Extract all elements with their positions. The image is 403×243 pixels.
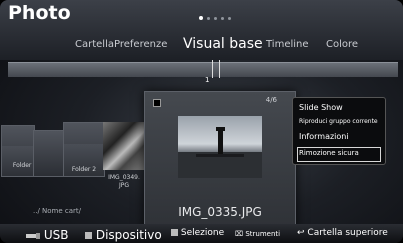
header-bar: Photo Cartella Preferenze Visual base Ti… — [0, 0, 403, 60]
select-label: Selezione — [180, 228, 225, 238]
item-counter: 4/6 — [265, 96, 277, 104]
popup-item-slide-show[interactable]: Slide Show — [299, 103, 343, 112]
popup-item-information[interactable]: Informazioni — [299, 132, 349, 141]
parent-folder-label: Cartella superiore — [307, 228, 388, 238]
tools-label: Strumenti — [245, 230, 281, 238]
popup-item-safe-remove[interactable]: Rimozione sicura — [299, 149, 359, 157]
thumbnail-img-0349[interactable] — [103, 122, 147, 170]
menu-item-cartella[interactable]: Cartella — [75, 39, 114, 50]
device-button[interactable]: Dispositivo — [85, 228, 162, 242]
photo-browser-screen: Photo Cartella Preferenze Visual base Ti… — [0, 0, 403, 243]
menu-item-visual-base[interactable]: Visual base — [183, 36, 263, 52]
tools-button[interactable]: ⌧ Strumenti — [235, 230, 280, 238]
timeline-bar[interactable] — [8, 62, 398, 77]
menu-item-colore[interactable]: Colore — [326, 39, 358, 50]
stop-square-icon — [171, 229, 178, 236]
thumbnail-label: IMG_0349. JPG — [108, 174, 140, 189]
focused-item-card[interactable]: 4/6 IMG_0335.JPG — [144, 91, 296, 233]
stop-square-icon — [85, 232, 92, 239]
page-dot — [207, 16, 210, 20]
menu-item-timeline[interactable]: Timeline — [266, 39, 309, 50]
page-dot — [221, 16, 224, 20]
device-label: Dispositivo — [95, 228, 162, 242]
tools-popup-menu: Slide Show Riproduci gruppo corrente Inf… — [292, 97, 386, 165]
menu-item-preferenze[interactable]: Preferenze — [114, 39, 167, 50]
checkbox-icon[interactable] — [153, 99, 161, 107]
page-indicator — [199, 16, 231, 20]
current-folder-path: ../ Nome cart/ — [33, 207, 82, 215]
usb-button[interactable]: USB — [26, 228, 68, 242]
folder-icon — [2, 146, 34, 176]
page-dot — [228, 16, 231, 20]
return-icon: ↩ — [297, 228, 305, 238]
popup-item-play-current-group[interactable]: Riproduci gruppo corrente — [299, 118, 378, 125]
select-button[interactable]: Selezione — [171, 228, 224, 238]
lighthouse-photo — [178, 127, 262, 178]
usb-icon — [26, 232, 40, 239]
timeline-position-label: 1 — [205, 76, 210, 84]
usb-label: USB — [43, 228, 69, 242]
parent-folder-button[interactable]: ↩ Cartella superiore — [297, 228, 388, 238]
focused-photo-preview — [178, 116, 262, 178]
tools-icon: ⌧ — [235, 230, 244, 238]
page-dot — [214, 16, 217, 20]
page-title: Photo — [8, 2, 71, 24]
timeline-marker[interactable] — [212, 60, 220, 78]
thumbnail-label: Folder 2 — [71, 166, 97, 173]
page-dot-active — [199, 16, 203, 20]
footer-bar: USB Dispositivo Selezione ⌧ Strumenti ↩ … — [0, 224, 403, 243]
focused-filename: IMG_0335.JPG — [178, 205, 262, 219]
